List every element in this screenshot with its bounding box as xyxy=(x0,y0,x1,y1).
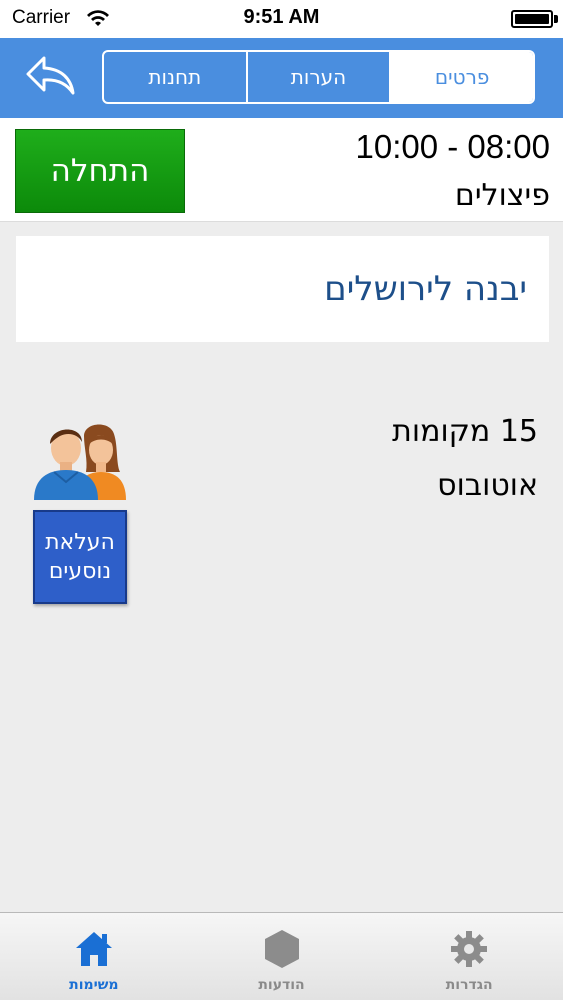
board-button-line1: העלאת xyxy=(45,530,115,555)
tab-stations[interactable]: תחנות xyxy=(104,52,248,102)
trip-category: פיצולים xyxy=(454,178,550,213)
segmented-control: פרטים הערות תחנות xyxy=(102,50,535,104)
passengers-icon xyxy=(34,424,126,500)
tab-messages-label: הודעות xyxy=(258,977,305,993)
board-passengers-button[interactable]: העלאת נוסעים xyxy=(33,510,127,604)
tab-details[interactable]: פרטים xyxy=(391,52,533,102)
route-card: יבנה לירושלים xyxy=(16,236,549,342)
tab-settings-label: הגדרות xyxy=(445,977,493,993)
tab-messages[interactable]: הודעות xyxy=(188,913,376,1000)
battery-icon xyxy=(511,10,553,28)
tab-tasks-label: משימות xyxy=(69,977,119,993)
trip-time-range: 10:00 - 08:00 xyxy=(355,128,551,165)
home-icon xyxy=(75,932,112,966)
battery-nub xyxy=(554,15,558,23)
tab-bar: משימות הודעות הגדרות xyxy=(0,912,563,1000)
seats-count: 15 מקומות xyxy=(392,414,538,449)
tab-tasks[interactable]: משימות xyxy=(0,913,188,1000)
vehicle-type: אוטובוס xyxy=(437,468,538,503)
board-button-line2: נוסעים xyxy=(48,559,112,584)
tab-settings[interactable]: הגדרות xyxy=(375,913,563,1000)
trip-info-strip: התחלה 10:00 - 08:00 פיצולים xyxy=(0,118,563,222)
nav-bar: פרטים הערות תחנות xyxy=(0,38,563,118)
reply-arrow-icon xyxy=(26,56,75,95)
route-title: יבנה לירושלים xyxy=(324,269,527,309)
back-button[interactable] xyxy=(22,52,78,98)
gear-icon xyxy=(451,931,488,967)
status-bar: Carrier 9:51 AM xyxy=(0,0,563,38)
tab-notes[interactable]: הערות xyxy=(248,52,392,102)
start-button[interactable]: התחלה xyxy=(15,129,185,213)
hexagon-icon xyxy=(264,930,299,968)
status-time: 9:51 AM xyxy=(243,6,320,28)
